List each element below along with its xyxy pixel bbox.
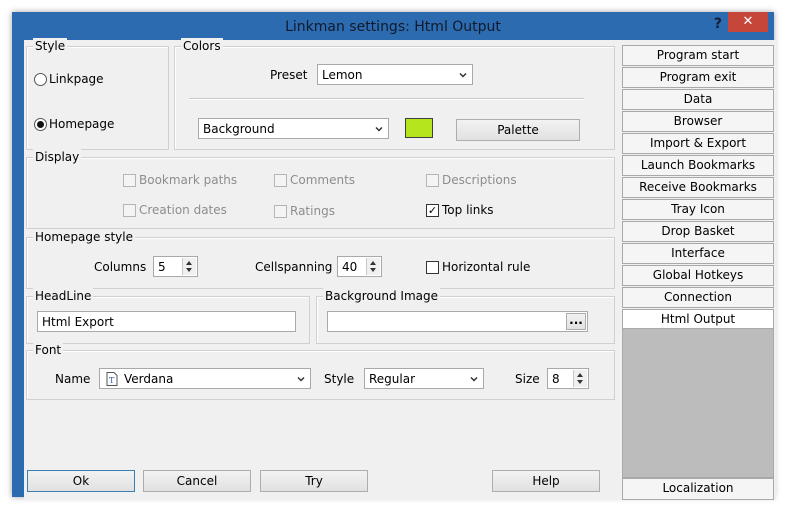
- headline-group: HeadLine Html Export: [26, 288, 310, 344]
- font-style-dropdown[interactable]: Regular: [364, 368, 484, 389]
- colors-group-label: Colors: [181, 38, 223, 54]
- font-file-icon: T: [106, 372, 118, 386]
- sidebar-item-data[interactable]: Data: [622, 89, 774, 110]
- sidebar-empty-panel: [622, 328, 774, 478]
- ok-button[interactable]: Ok: [27, 470, 135, 492]
- chevron-down-icon: [375, 126, 383, 132]
- preset-label: Preset: [270, 68, 308, 82]
- cellspanning-spin-buttons[interactable]: [366, 258, 380, 275]
- close-button[interactable]: ✕: [728, 12, 768, 32]
- font-size-value: 8: [552, 372, 560, 386]
- descriptions-checkbox[interactable]: [426, 174, 439, 187]
- help-icon[interactable]: ?: [714, 16, 722, 32]
- headline-label: HeadLine: [33, 288, 94, 304]
- bookmark-paths-label[interactable]: Bookmark paths: [139, 172, 237, 188]
- font-name-value: Verdana: [124, 372, 174, 386]
- cellspanning-label: Cellspanning: [255, 260, 333, 274]
- font-size-spin-buttons[interactable]: [573, 370, 587, 387]
- comments-label[interactable]: Comments: [290, 172, 355, 188]
- preset-dropdown[interactable]: Lemon: [317, 64, 473, 85]
- creation-dates-checkbox[interactable]: [123, 204, 136, 217]
- font-style-value: Regular: [369, 372, 416, 386]
- creation-dates-label[interactable]: Creation dates: [139, 202, 227, 218]
- horizontal-rule-checkbox[interactable]: [426, 261, 439, 274]
- sidebar-item-tray-icon[interactable]: Tray Icon: [622, 199, 774, 220]
- horizontal-rule-label[interactable]: Horizontal rule: [442, 259, 530, 275]
- preset-value: Lemon: [322, 68, 363, 82]
- colors-separator: [189, 98, 584, 100]
- color-target-value: Background: [203, 122, 275, 136]
- settings-window: Linkman settings: Html Output ? ✕ Style …: [12, 12, 776, 500]
- homepage-radio[interactable]: [34, 118, 47, 131]
- color-swatch[interactable]: [405, 118, 433, 138]
- sidebar-item-program-exit[interactable]: Program exit: [622, 67, 774, 88]
- browse-button[interactable]: ...: [566, 313, 586, 330]
- dialog-client: Style Linkpage Homepage Colors Preset Le…: [24, 38, 776, 500]
- sidebar-item-interface[interactable]: Interface: [622, 243, 774, 264]
- chevron-down-icon: [297, 376, 305, 382]
- sidebar-item-global-hotkeys[interactable]: Global Hotkeys: [622, 265, 774, 286]
- columns-value: 5: [158, 260, 166, 274]
- columns-spin-buttons[interactable]: [182, 258, 196, 275]
- title-bar[interactable]: Linkman settings: Html Output ? ✕: [12, 12, 774, 42]
- ratings-label[interactable]: Ratings: [290, 203, 335, 219]
- style-group-label: Style: [33, 38, 68, 54]
- top-links-checkbox[interactable]: ✓: [426, 204, 439, 217]
- window-title: Linkman settings: Html Output: [285, 19, 501, 35]
- font-group: Font Name T Verdana Style Regular Size 8: [26, 342, 615, 400]
- headline-value: Html Export: [42, 315, 114, 329]
- font-name-label: Name: [55, 372, 91, 386]
- chevron-down-icon: [470, 376, 478, 382]
- columns-stepper[interactable]: 5: [153, 256, 198, 277]
- font-size-stepper[interactable]: 8: [547, 368, 589, 389]
- font-style-label: Style: [324, 372, 355, 386]
- linkpage-radio[interactable]: [34, 73, 47, 86]
- sidebar-item-launch-bookmarks[interactable]: Launch Bookmarks: [622, 155, 774, 176]
- homepage-style-label: Homepage style: [33, 229, 135, 245]
- descriptions-label[interactable]: Descriptions: [442, 172, 517, 188]
- display-group: Display Bookmark paths Comments Descript…: [26, 149, 615, 229]
- columns-label: Columns: [94, 260, 147, 274]
- top-links-label[interactable]: Top links: [442, 202, 494, 218]
- sidebar-item-program-start[interactable]: Program start: [622, 45, 774, 66]
- cellspanning-value: 40: [342, 260, 358, 274]
- cellspanning-stepper[interactable]: 40: [337, 256, 382, 277]
- bookmark-paths-checkbox[interactable]: [123, 174, 136, 187]
- cancel-button[interactable]: Cancel: [143, 470, 251, 492]
- sidebar-item-receive-bookmarks[interactable]: Receive Bookmarks: [622, 177, 774, 198]
- sidebar-item-html-output[interactable]: Html Output: [622, 309, 774, 330]
- try-button[interactable]: Try: [260, 470, 368, 492]
- background-image-label: Background Image: [323, 288, 440, 304]
- sidebar-item-localization[interactable]: Localization: [622, 478, 774, 500]
- color-target-dropdown[interactable]: Background: [198, 118, 389, 139]
- sidebar-item-drop-basket[interactable]: Drop Basket: [622, 221, 774, 242]
- sidebar-item-browser[interactable]: Browser: [622, 111, 774, 132]
- chevron-down-icon: [459, 72, 467, 78]
- linkpage-label[interactable]: Linkpage: [49, 71, 104, 87]
- palette-button[interactable]: Palette: [456, 119, 580, 141]
- headline-input[interactable]: Html Export: [37, 311, 296, 332]
- help-button[interactable]: Help: [492, 470, 600, 492]
- background-image-group: Background Image ...: [316, 288, 615, 344]
- style-group: Style Linkpage Homepage: [26, 38, 169, 150]
- homepage-label[interactable]: Homepage: [49, 116, 114, 132]
- sidebar-item-import-export[interactable]: Import & Export: [622, 133, 774, 154]
- background-image-input[interactable]: ...: [327, 311, 588, 332]
- svg-text:T: T: [109, 376, 115, 385]
- display-group-label: Display: [33, 149, 82, 165]
- font-name-dropdown[interactable]: T Verdana: [99, 368, 311, 389]
- ratings-checkbox[interactable]: [274, 205, 287, 218]
- comments-checkbox[interactable]: [274, 174, 287, 187]
- font-size-label: Size: [515, 372, 540, 386]
- colors-group: Colors Preset Lemon Background Palette: [174, 38, 615, 150]
- homepage-style-group: Homepage style Columns 5 Cellspanning 40…: [26, 229, 615, 289]
- font-group-label: Font: [33, 342, 64, 358]
- sidebar-item-connection[interactable]: Connection: [622, 287, 774, 308]
